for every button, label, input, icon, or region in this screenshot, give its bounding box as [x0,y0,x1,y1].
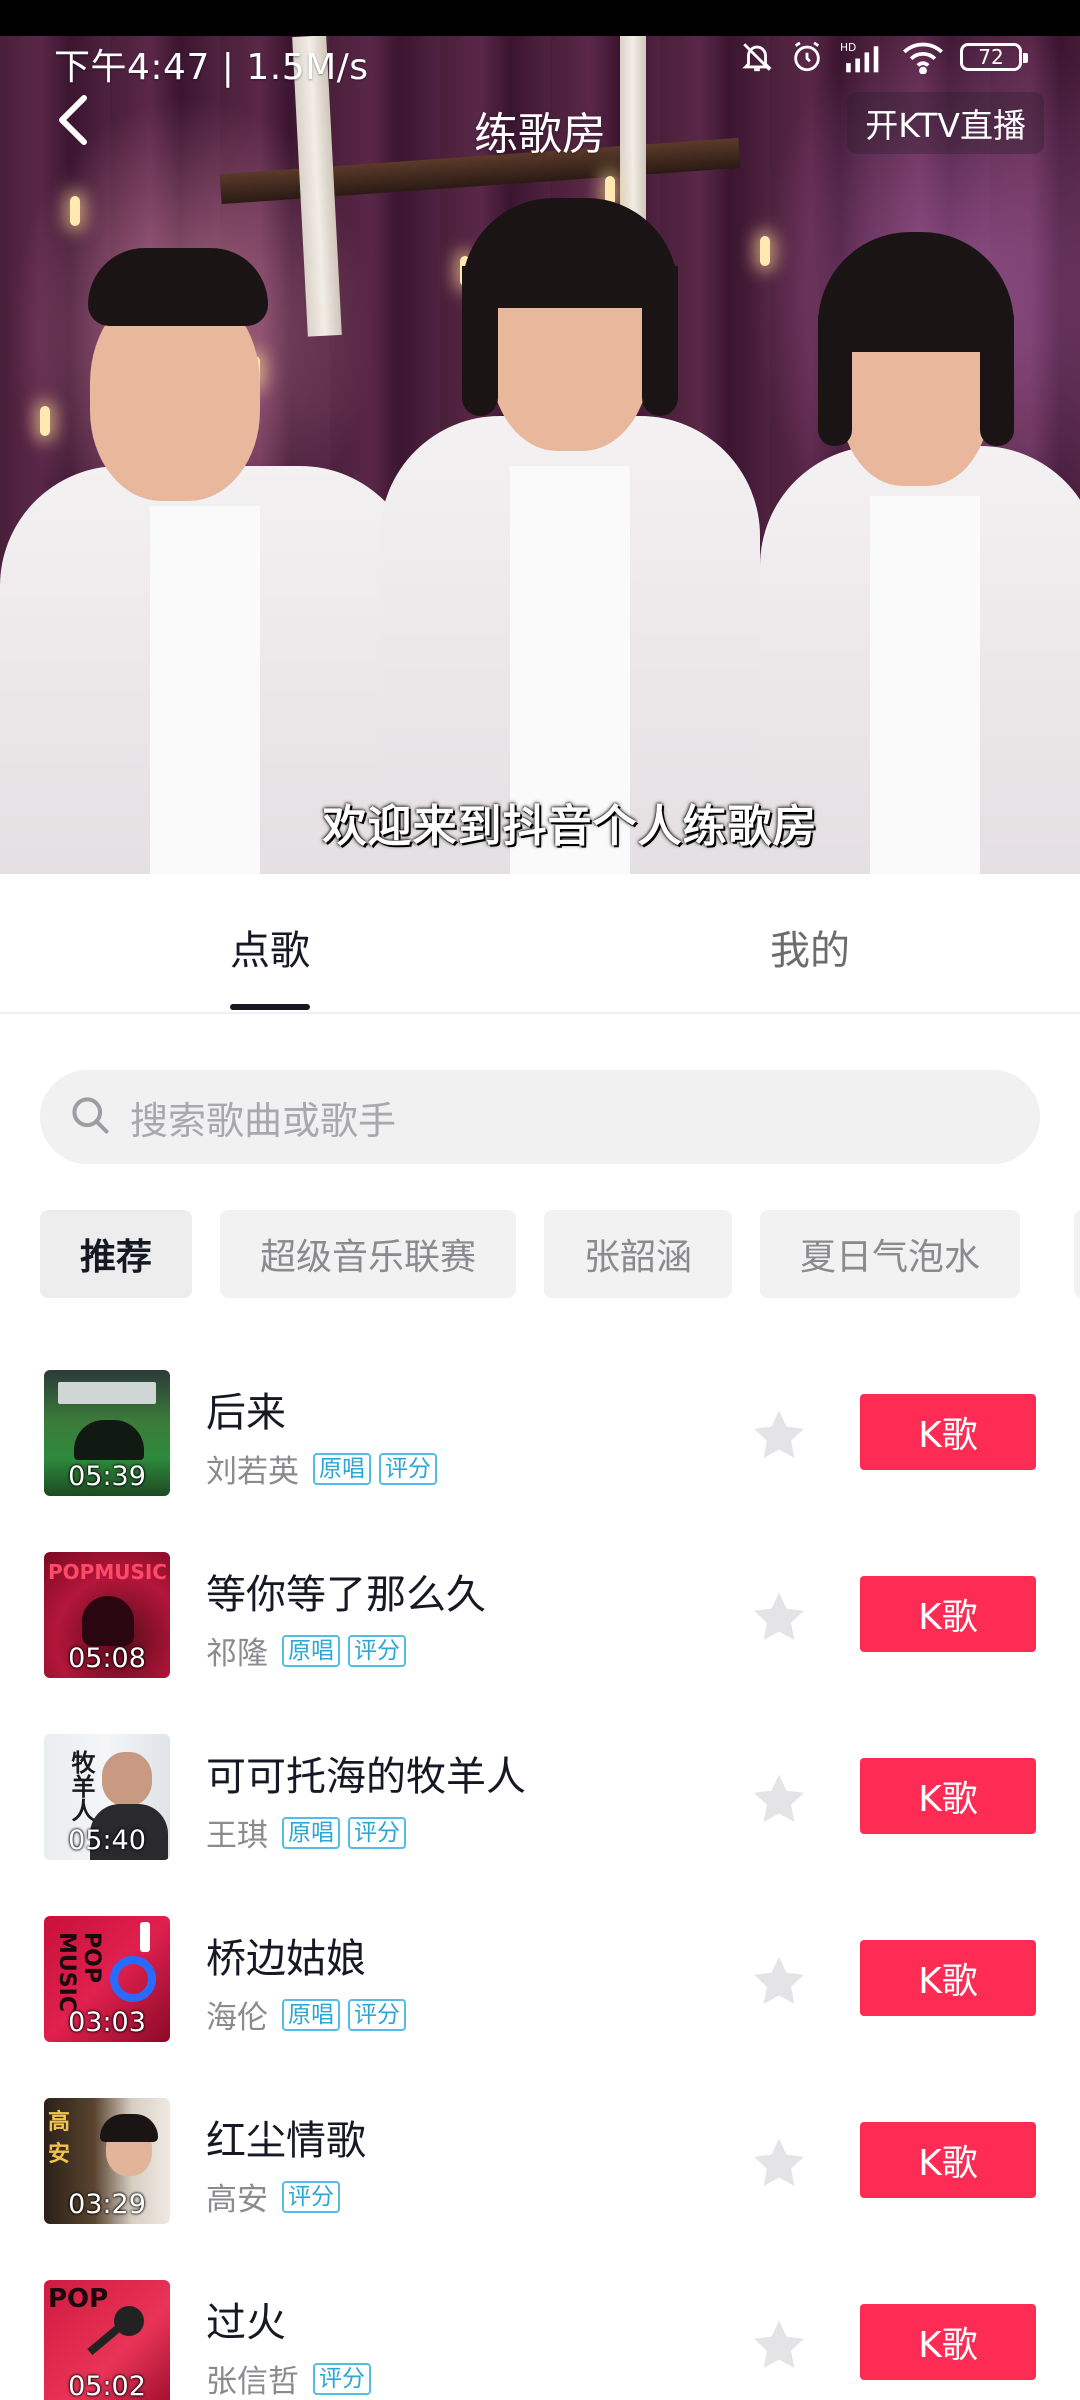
star-icon[interactable] [750,1590,808,1650]
song-cover: 05:39 [44,1370,170,1496]
video-subtitle: 欢迎来到抖音个人练歌房 [322,801,818,852]
song-row[interactable]: 牧羊人 05:40 可可托海的牧羊人 王琪 原唱 评分 K歌 [0,1734,1080,1916]
song-duration: 05:40 [68,1825,146,1856]
chevron-left-icon [54,94,94,150]
category-chips: 推荐 超级音乐联赛 张韶涵 夏日气泡水 [40,1210,1021,1298]
song-row[interactable]: POP MUSIC 03:03 桥边姑娘 海伦 原唱 评分 K歌 [0,1916,1080,2098]
search-input[interactable]: 搜索歌曲或歌手 [40,1070,1040,1164]
alarm-icon [790,40,824,74]
star-icon[interactable] [750,1772,808,1832]
song-meta: 刘若英 原唱 评分 [206,1446,437,1491]
song-duration: 03:03 [68,2007,146,2038]
song-artist: 祁隆 [206,1636,268,1672]
chip-overflow-edge [1074,1210,1080,1298]
song-artist: 张信哲 [206,2364,299,2400]
karaoke-button[interactable]: K歌 [860,1758,1036,1834]
karaoke-button[interactable]: K歌 [860,1394,1036,1470]
tag-score: 评分 [348,1816,406,1849]
song-cover: POP MUSIC 03:03 [44,1916,170,2042]
song-row[interactable]: 05:39 后来 刘若英 原唱 评分 K歌 [0,1370,1080,1552]
karaoke-button[interactable]: K歌 [860,2304,1036,2380]
song-row[interactable]: POPMUSIC 05:08 等你等了那么久 祁隆 原唱 评分 K歌 [0,1552,1080,1734]
battery-icon: 72 [960,43,1028,71]
song-duration: 05:39 [68,1461,146,1492]
karaoke-button[interactable]: K歌 [860,1576,1036,1652]
ktv-live-button[interactable]: 开KTV直播 [847,92,1044,154]
signal-icon: HD [840,40,886,74]
top-strip [0,0,1080,36]
cover-text: 牧羊人 [67,1750,95,1822]
star-icon[interactable] [750,2318,808,2378]
back-button[interactable] [44,92,104,152]
tag-original: 原唱 [282,1998,340,2031]
song-meta: 祁隆 原唱 评分 [206,1628,406,1673]
song-title: 桥边姑娘 [206,1936,366,1982]
tag-score: 评分 [313,2362,371,2395]
song-row[interactable]: POP 05:02 过火 张信哲 评分 K歌 [0,2280,1080,2400]
status-bar: 下午4:47 | 1.5M/s HD 72 [0,36,1080,88]
chip-super-music-league[interactable]: 超级音乐联赛 [220,1210,517,1298]
song-artist: 高安 [206,2182,268,2218]
song-meta: 海伦 原唱 评分 [206,1992,406,2037]
song-title: 后来 [206,1390,286,1436]
star-icon[interactable] [750,2136,808,2196]
song-cover: POPMUSIC 05:08 [44,1552,170,1678]
tag-score: 评分 [348,1998,406,2031]
song-title: 可可托海的牧羊人 [206,1754,526,1800]
tag-score: 评分 [379,1452,437,1485]
page-title: 练歌房 [474,109,606,160]
song-row[interactable]: 高安 03:29 红尘情歌 高安 评分 K歌 [0,2098,1080,2280]
tag-score: 评分 [282,2180,340,2213]
song-artist: 海伦 [206,2000,268,2036]
star-icon[interactable] [750,1408,808,1468]
star-icon[interactable] [750,1954,808,2014]
karaoke-button[interactable]: K歌 [860,1940,1036,2016]
song-title: 过火 [206,2300,286,2346]
song-duration: 03:29 [68,2189,146,2220]
app-screen: 欢迎来到抖音个人练歌房 下午4:47 | 1.5M/s HD 72 练歌房 开K… [0,0,1080,2400]
singer-right [740,36,1080,874]
tag-original: 原唱 [313,1452,371,1485]
tag-original: 原唱 [282,1634,340,1667]
svg-text:HD: HD [840,41,856,54]
song-meta: 张信哲 评分 [206,2356,371,2400]
chip-zhang-shaohan[interactable]: 张韶涵 [544,1210,733,1298]
mute-bell-icon [740,40,774,74]
tab-mine[interactable]: 我的 [770,918,850,976]
song-title: 等你等了那么久 [206,1572,486,1618]
karaoke-button[interactable]: K歌 [860,2122,1036,2198]
tab-bar: 点歌 我的 [0,874,1080,1014]
song-meta: 高安 评分 [206,2174,340,2219]
chip-recommend[interactable]: 推荐 [40,1210,193,1298]
song-duration: 05:08 [68,1643,146,1674]
cover-text: POPMUSIC [48,1560,167,1584]
song-cover: POP 05:02 [44,2280,170,2400]
status-time: 下午4:47 | 1.5M/s [54,47,369,88]
song-artist: 王琪 [206,1818,268,1854]
search-placeholder: 搜索歌曲或歌手 [130,1098,397,1143]
wifi-icon [902,40,944,74]
tab-active-indicator [230,1004,310,1010]
chip-summer-soda[interactable]: 夏日气泡水 [760,1210,1021,1298]
status-icons: HD 72 [740,40,1028,74]
tag-original: 原唱 [282,1816,340,1849]
song-artist: 刘若英 [206,1454,299,1490]
song-meta: 王琪 原唱 评分 [206,1810,406,1855]
tab-request-songs[interactable]: 点歌 [230,918,310,976]
cover-text: 高安 [48,2110,71,2167]
cover-text: POP [48,2284,109,2314]
search-icon [68,1093,112,1141]
song-duration: 05:02 [68,2371,146,2400]
song-cover: 牧羊人 05:40 [44,1734,170,1860]
song-cover: 高安 03:29 [44,2098,170,2224]
song-title: 红尘情歌 [206,2118,366,2164]
tag-score: 评分 [348,1634,406,1667]
